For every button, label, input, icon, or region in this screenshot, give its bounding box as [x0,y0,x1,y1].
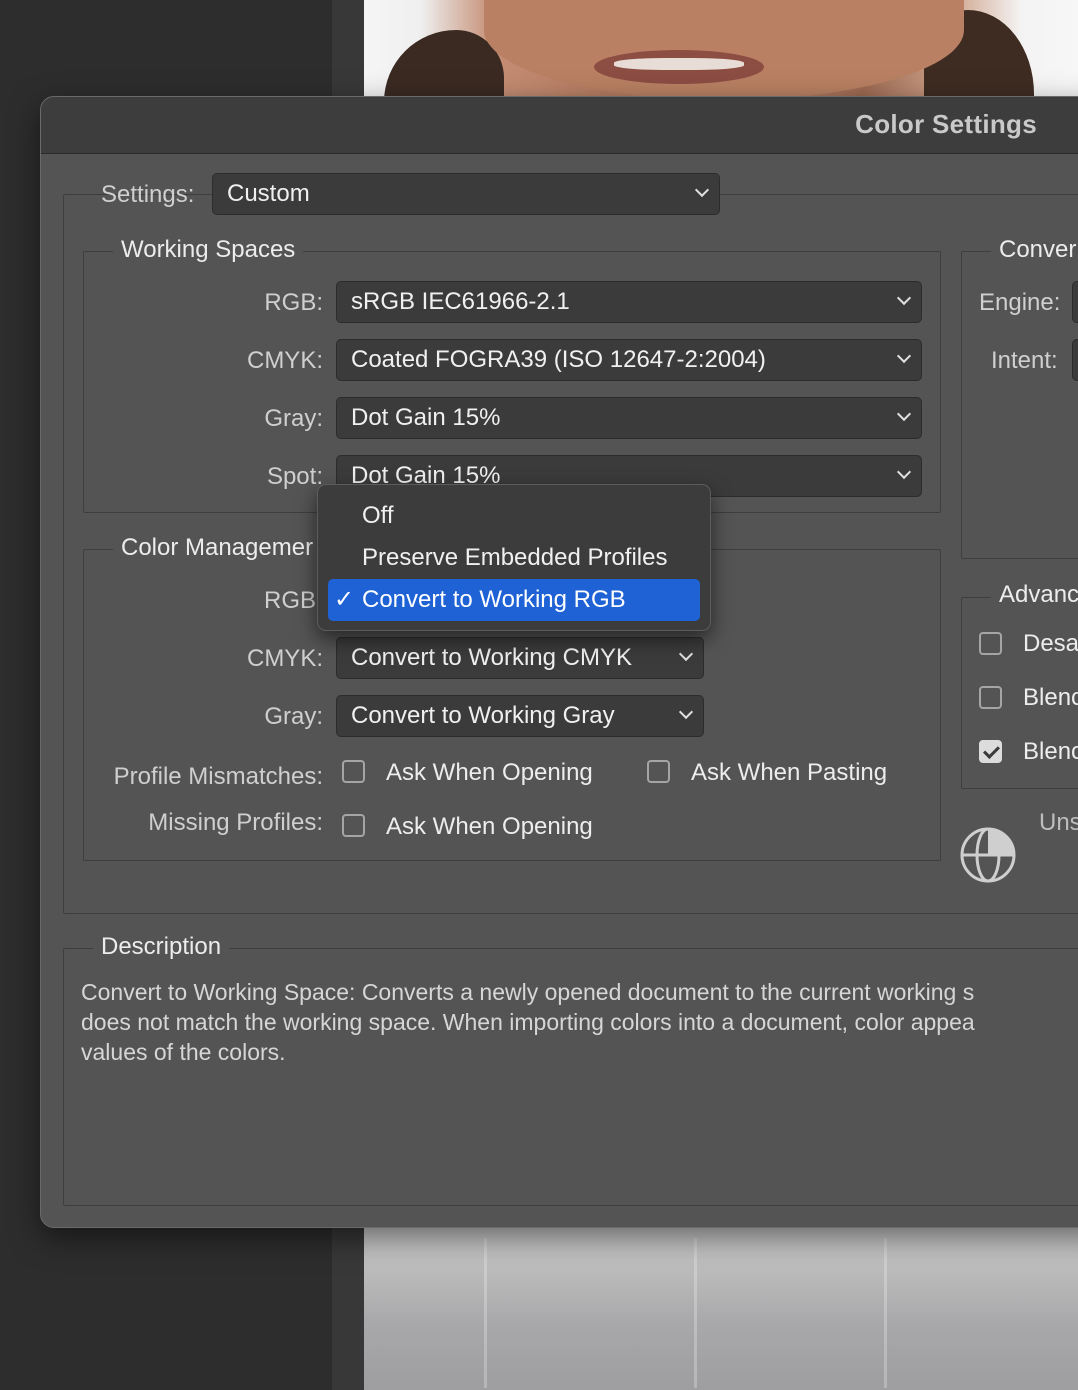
engine-label: Engine: [979,289,1061,316]
blend-text-gamma-label[interactable]: Blenc [1023,738,1078,766]
menu-item-label: Convert to Working RGB [362,586,626,613]
shirt-fold [884,1238,887,1388]
dialog-titlebar[interactable]: Color Settings [41,97,1078,154]
intent-label: Intent: [991,347,1058,374]
cmyk-working-space-value: Coated FOGRA39 (ISO 12647-2:2004) [351,346,766,373]
policy-rgb-label: RGB [263,587,316,614]
description-line: values of the colors. [81,1039,286,1065]
color-management-legend: Color Managemer [113,534,322,562]
rgb-policy-dropdown-menu: Off Preserve Embedded Profiles ✓ Convert… [317,484,711,631]
blend-rgb-gamma-checkbox[interactable] [979,686,1002,709]
chevron-down-icon [896,290,912,306]
shirt-fold [484,1238,487,1388]
sync-status-text: Uns [1039,809,1078,836]
menu-item-preserve-embedded[interactable]: Preserve Embedded Profiles [328,537,700,579]
blend-text-gamma-checkbox[interactable] [979,740,1002,763]
mismatch-ask-pasting-label[interactable]: Ask When Pasting [691,759,887,787]
menu-item-off[interactable]: Off [328,495,700,537]
menu-item-convert-working-rgb[interactable]: ✓ Convert to Working RGB [328,579,700,621]
desaturate-monitor-label[interactable]: Desa [1023,630,1078,658]
menu-item-label: Off [362,502,394,529]
policy-gray-value: Convert to Working Gray [351,702,615,729]
rgb-label: RGB: [264,289,323,316]
gray-label: Gray: [264,405,323,432]
sync-globe-icon [960,827,1016,883]
conversion-options-legend: Conver [991,236,1078,264]
description-line: Convert to Working Space: Converts a new… [81,979,975,1005]
missing-ask-opening-checkbox[interactable] [342,814,365,837]
spot-label: Spot: [266,463,323,490]
color-settings-dialog: Color Settings Settings: Custom Working … [40,96,1078,1228]
canvas-photo-top [364,0,1078,100]
settings-value: Custom [227,180,310,207]
desaturate-monitor-checkbox[interactable] [979,632,1002,655]
working-spaces-legend: Working Spaces [113,236,304,264]
chevron-down-icon [896,406,912,422]
missing-ask-opening-label[interactable]: Ask When Opening [386,813,593,841]
photo-teeth [614,58,744,70]
description-text: Convert to Working Space: Converts a new… [81,977,1078,1067]
mismatch-ask-pasting-checkbox[interactable] [647,760,670,783]
chevron-down-icon [678,704,694,720]
description-legend: Description [93,933,230,961]
rgb-working-space-value: sRGB IEC61966-2.1 [351,288,570,315]
chevron-down-icon [678,646,694,662]
engine-select[interactable] [1072,281,1078,323]
profile-mismatches-label: Profile Mismatches: [113,763,323,790]
policy-cmyk-select[interactable]: Convert to Working CMYK [336,637,704,679]
chevron-down-icon [694,182,710,198]
chevron-down-icon [896,348,912,364]
mismatch-ask-opening-label[interactable]: Ask When Opening [386,759,593,787]
description-line: does not match the working space. When i… [81,1009,975,1035]
missing-profiles-label: Missing Profiles: [148,809,323,836]
rgb-working-space-select[interactable]: sRGB IEC61966-2.1 [336,281,922,323]
policy-cmyk-label: CMYK: [246,645,323,672]
photo-face [484,0,964,100]
menu-item-label: Preserve Embedded Profiles [362,544,668,571]
dialog-title: Color Settings [855,109,1037,139]
policy-gray-select[interactable]: Convert to Working Gray [336,695,704,737]
blend-rgb-gamma-label[interactable]: Blenc [1023,684,1078,712]
gray-working-space-select[interactable]: Dot Gain 15% [336,397,922,439]
gray-working-space-value: Dot Gain 15% [351,404,501,431]
settings-label: Settings: [101,181,195,208]
cmyk-label: CMYK: [246,347,323,374]
canvas-photo-bottom [364,1228,1078,1390]
checkmark-icon: ✓ [334,586,355,613]
mismatch-ask-opening-checkbox[interactable] [342,760,365,783]
shirt-fold [694,1238,697,1388]
cmyk-working-space-select[interactable]: Coated FOGRA39 (ISO 12647-2:2004) [336,339,922,381]
chevron-down-icon [896,464,912,480]
policy-cmyk-value: Convert to Working CMYK [351,644,632,671]
settings-select[interactable]: Custom [212,173,720,215]
intent-select[interactable] [1072,339,1078,381]
advanced-controls-legend: Advanc [991,581,1078,609]
policy-gray-label: Gray: [264,703,323,730]
